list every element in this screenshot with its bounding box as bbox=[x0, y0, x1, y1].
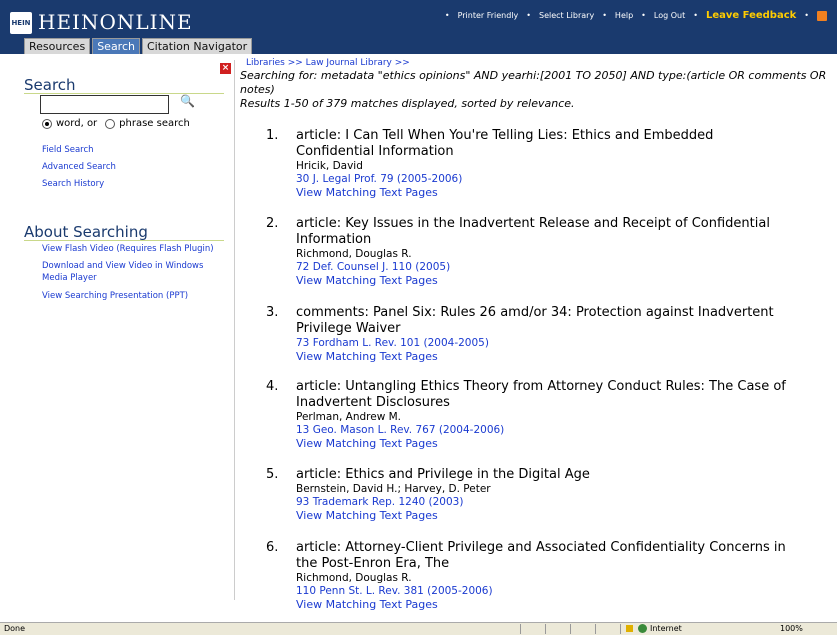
result-title[interactable]: comments: Panel Six: Rules 26 amd/or 34:… bbox=[296, 305, 786, 337]
result-number: 2. bbox=[266, 216, 279, 231]
zoom-level[interactable]: 100% bbox=[780, 624, 803, 633]
presentation-link[interactable]: View Searching Presentation (PPT) bbox=[42, 290, 222, 302]
search-mode-radios: word, or phrase search bbox=[42, 118, 190, 129]
result-citation-link[interactable]: 72 Def. Counsel J. 110 (2005) bbox=[296, 261, 786, 274]
nav-tabs: Resources Search Citation Navigator bbox=[24, 38, 253, 54]
view-matching-pages-link[interactable]: View Matching Text Pages bbox=[296, 274, 786, 288]
tab-resources[interactable]: Resources bbox=[24, 38, 91, 54]
field-search-link[interactable]: Field Search bbox=[42, 145, 94, 155]
printer-friendly-link[interactable]: Printer Friendly bbox=[458, 11, 519, 20]
result-number: 5. bbox=[266, 467, 279, 482]
close-icon[interactable]: × bbox=[220, 63, 231, 74]
search-heading: Search bbox=[24, 76, 76, 94]
windows-media-video-link[interactable]: Download and View Video in Windows Media… bbox=[42, 260, 222, 284]
rss-icon[interactable] bbox=[817, 10, 827, 21]
result-citation-link[interactable]: 73 Fordham L. Rev. 101 (2004-2005) bbox=[296, 337, 786, 350]
result-number: 3. bbox=[266, 305, 279, 320]
globe-icon bbox=[638, 624, 647, 633]
divider bbox=[24, 240, 224, 241]
browser-status-bar: Done Internet 100% bbox=[0, 622, 837, 635]
tab-search[interactable]: Search bbox=[92, 38, 140, 54]
status-text: Done bbox=[4, 624, 26, 633]
result-citation-link[interactable]: 93 Trademark Rep. 1240 (2003) bbox=[296, 496, 786, 509]
breadcrumb[interactable]: Libraries >> Law Journal Library >> bbox=[246, 58, 410, 68]
result-title[interactable]: article: I Can Tell When You're Telling … bbox=[296, 128, 786, 160]
result-author: Bernstein, David H.; Harvey, D. Peter bbox=[296, 483, 491, 495]
result-title[interactable]: article: Attorney-Client Privilege and A… bbox=[296, 540, 786, 572]
advanced-search-link[interactable]: Advanced Search bbox=[42, 162, 116, 172]
top-links: • Printer Friendly • Select Library • Help … bbox=[445, 10, 827, 21]
zone-label: Internet bbox=[650, 624, 682, 633]
tab-citation-navigator[interactable]: Citation Navigator bbox=[141, 38, 253, 54]
about-searching-heading: About Searching bbox=[24, 223, 148, 241]
select-library-link[interactable]: Select Library bbox=[539, 11, 594, 20]
result-title[interactable]: article: Key Issues in the Inadvertent R… bbox=[296, 216, 786, 248]
result-author: Richmond, Douglas R. bbox=[296, 572, 412, 584]
sidebar bbox=[0, 60, 235, 600]
result-citation-link[interactable]: 110 Penn St. L. Rev. 381 (2005-2006) bbox=[296, 585, 786, 598]
phrase-radio-label: phrase search bbox=[119, 118, 190, 129]
view-matching-pages-link[interactable]: View Matching Text Pages bbox=[296, 186, 786, 200]
result-title[interactable]: article: Ethics and Privilege in the Dig… bbox=[296, 467, 786, 483]
result-author: Hricik, David bbox=[296, 160, 363, 172]
result-citation-link[interactable]: 30 J. Legal Prof. 79 (2005-2006) bbox=[296, 173, 786, 186]
word-radio[interactable] bbox=[42, 118, 52, 129]
result-title[interactable]: article: Untangling Ethics Theory from A… bbox=[296, 379, 786, 411]
view-matching-pages-link[interactable]: View Matching Text Pages bbox=[296, 437, 786, 451]
result-number: 6. bbox=[266, 540, 279, 555]
result-author: Richmond, Douglas R. bbox=[296, 248, 412, 260]
site-logo[interactable]: HEINONLINE bbox=[38, 10, 193, 34]
header-bar: HEIN HEINONLINE • Printer Friendly • Selec… bbox=[0, 0, 837, 54]
search-icon[interactable]: 🔍 bbox=[180, 94, 195, 108]
lock-icon bbox=[626, 625, 633, 632]
result-citation-link[interactable]: 13 Geo. Mason L. Rev. 767 (2004-2006) bbox=[296, 424, 786, 437]
phrase-radio[interactable] bbox=[105, 118, 116, 129]
flash-video-link[interactable]: View Flash Video (Requires Flash Plugin) bbox=[42, 243, 222, 255]
log-out-link[interactable]: Log Out bbox=[654, 11, 685, 20]
search-history-link[interactable]: Search History bbox=[42, 179, 104, 189]
result-author: Perlman, Andrew M. bbox=[296, 411, 402, 423]
search-input[interactable] bbox=[40, 95, 169, 114]
view-matching-pages-link[interactable]: View Matching Text Pages bbox=[296, 598, 786, 612]
result-number: 4. bbox=[266, 379, 279, 394]
leave-feedback-link[interactable]: Leave Feedback bbox=[706, 10, 796, 21]
view-matching-pages-link[interactable]: View Matching Text Pages bbox=[296, 350, 786, 364]
hein-logo-icon[interactable]: HEIN bbox=[10, 12, 32, 34]
help-link[interactable]: Help bbox=[615, 11, 633, 20]
result-number: 1. bbox=[266, 128, 279, 143]
view-matching-pages-link[interactable]: View Matching Text Pages bbox=[296, 509, 786, 523]
word-radio-label: word, or bbox=[56, 118, 98, 129]
results-summary: Results 1-50 of 379 matches displayed, s… bbox=[240, 97, 575, 110]
search-query-text: Searching for: metadata "ethics opinions… bbox=[240, 69, 827, 96]
